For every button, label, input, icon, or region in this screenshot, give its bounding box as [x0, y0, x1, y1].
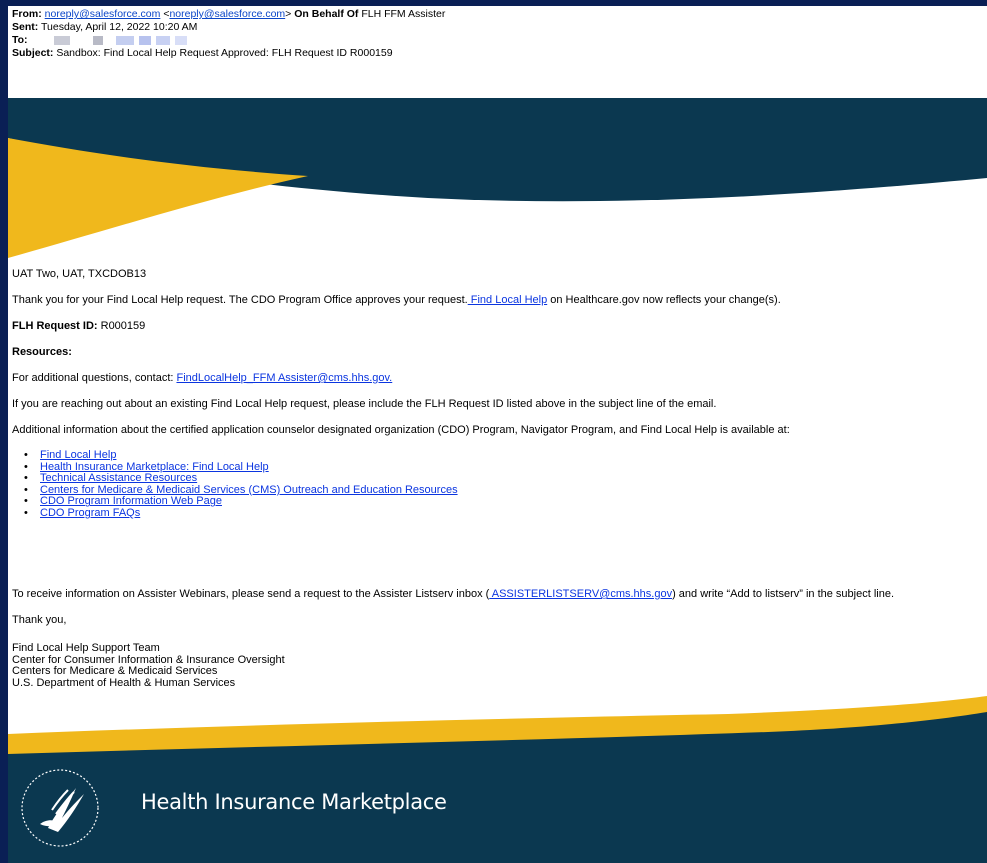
request-id-line: FLH Request ID: R000159	[12, 320, 145, 333]
subject-value: Sandbox: Find Local Help Request Approve…	[56, 47, 393, 59]
find-local-help-inline-link[interactable]: Find Local Help	[468, 294, 547, 306]
list-item: CDO Program FAQs	[24, 507, 458, 520]
contact-text: For additional questions, contact:	[12, 372, 177, 384]
to-recipients-redacted	[54, 34, 189, 46]
webinar-paragraph: To receive information on Assister Webin…	[12, 588, 894, 601]
sent-value: Tuesday, April 12, 2022 10:20 AM	[40, 21, 198, 33]
resource-link-cdo-program-info[interactable]: CDO Program Information Web Page	[40, 495, 222, 508]
resource-link-marketplace-find-local-help[interactable]: Health Insurance Marketplace: Find Local…	[40, 461, 269, 473]
footer-banner	[8, 696, 987, 863]
signature-block: Find Local Help Support Team Center for …	[12, 642, 285, 689]
subject-line: Subject: Sandbox: Find Local Help Reques…	[12, 47, 393, 59]
email-message: From: noreply@salesforce.com <noreply@sa…	[8, 6, 987, 863]
from-label: From:	[12, 8, 42, 20]
from-address-link[interactable]: noreply@salesforce.com	[45, 8, 161, 20]
contact-paragraph: For additional questions, contact: FindL…	[12, 372, 392, 385]
on-behalf-label: On Behalf Of	[294, 8, 359, 20]
resource-link-technical-assistance[interactable]: Technical Assistance Resources	[40, 472, 197, 484]
webinar-text: To receive information on Assister Webin…	[12, 588, 490, 600]
contact-email-link[interactable]: FindLocalHelp_FFM Assister@cms.hhs.gov.	[176, 372, 392, 384]
thank-you: Thank you,	[12, 614, 67, 626]
webinar-suffix: ) and write “Add to listserv” in the sub…	[672, 588, 895, 600]
resource-link-find-local-help[interactable]: Find Local Help	[40, 449, 116, 461]
resources-heading: Resources:	[12, 346, 72, 358]
resource-links-list: Find Local Help Health Insurance Marketp…	[24, 449, 458, 520]
intro-text: Thank you for your Find Local Help reque…	[12, 294, 468, 306]
header-banner	[8, 98, 987, 263]
resource-link-cdo-faqs[interactable]: CDO Program FAQs	[40, 507, 140, 519]
subject-label: Subject:	[12, 47, 54, 59]
signature-line: U.S. Department of Health & Human Servic…	[12, 676, 236, 689]
intro-suffix: on Healthcare.gov now reflects your chan…	[547, 294, 781, 306]
assister-listserv-link[interactable]: ASSISTERLISTSERV@cms.hhs.gov	[489, 588, 672, 600]
signature-line: Find Local Help Support Team	[12, 642, 160, 654]
sent-line: Sent: Tuesday, April 12, 2022 10:20 AM	[12, 21, 197, 33]
hhs-seal-icon	[21, 769, 99, 847]
resource-link-cms-outreach[interactable]: Centers for Medicare & Medicaid Services…	[40, 484, 458, 496]
greeting: UAT Two, UAT, TXCDOB13	[12, 268, 147, 280]
request-id-value: R000159	[97, 320, 146, 332]
on-behalf-name: FLH FFM Assister	[361, 8, 446, 20]
window-frame: From: noreply@salesforce.com <noreply@sa…	[0, 0, 987, 863]
existing-request-paragraph: If you are reaching out about an existin…	[12, 398, 717, 410]
to-line: To:	[12, 34, 189, 46]
intro-paragraph: Thank you for your Find Local Help reque…	[12, 294, 781, 307]
from-bracket-address-link[interactable]: noreply@salesforce.com	[169, 8, 285, 20]
marketplace-brand-text: Health Insurance Marketplace	[141, 790, 447, 814]
from-line: From: noreply@salesforce.com <noreply@sa…	[12, 8, 446, 20]
request-id-label: FLH Request ID:	[12, 320, 98, 332]
email-header: From: noreply@salesforce.com <noreply@sa…	[8, 6, 987, 98]
sent-label: Sent:	[12, 21, 39, 33]
additional-info-paragraph: Additional information about the certifi…	[12, 424, 790, 436]
to-label: To:	[12, 34, 28, 46]
